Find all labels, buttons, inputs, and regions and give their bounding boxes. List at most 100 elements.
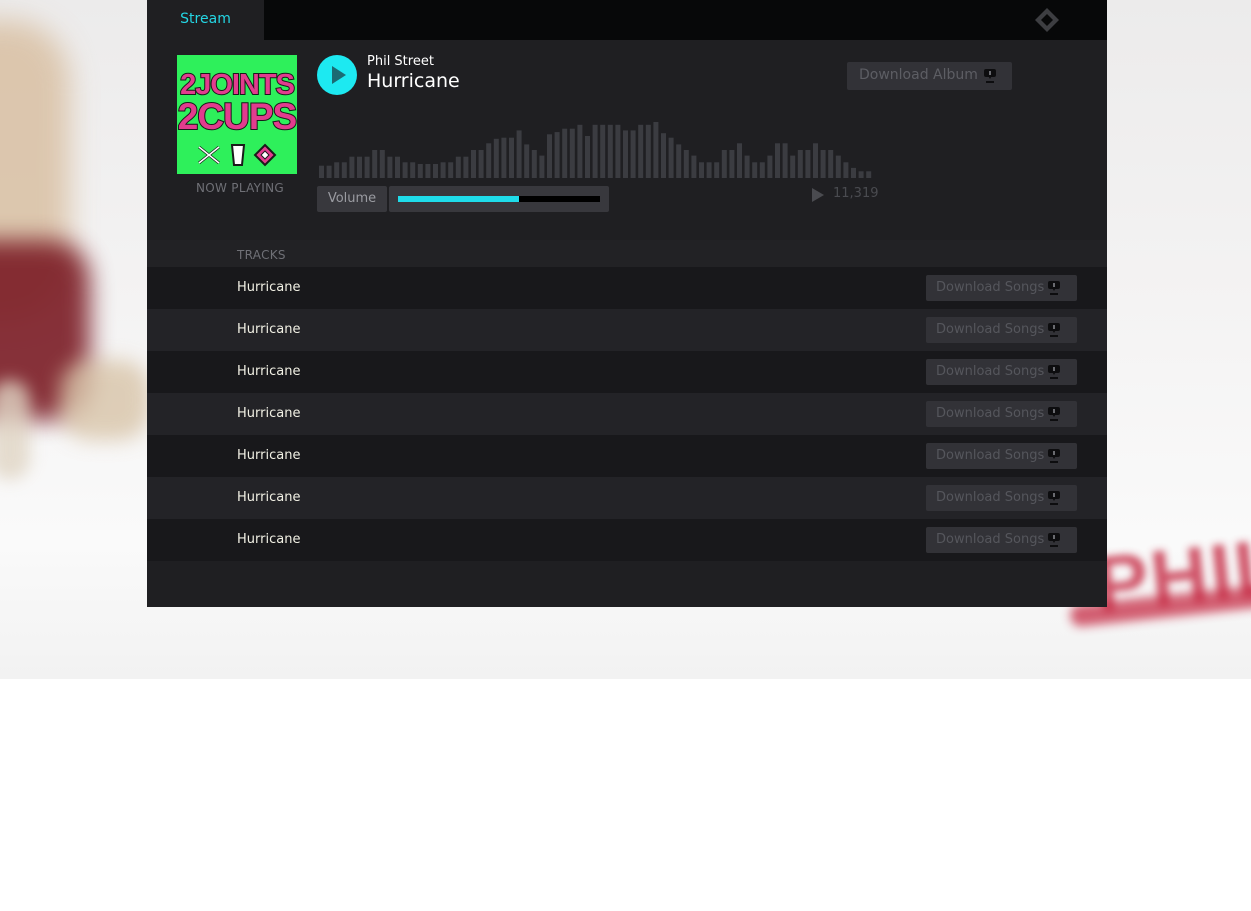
waveform-bar[interactable] [714, 162, 720, 178]
waveform-bar[interactable] [425, 164, 431, 178]
download-songs-button[interactable]: Download Songs [926, 485, 1077, 511]
waveform-bar[interactable] [433, 164, 438, 178]
waveform-bar[interactable] [341, 162, 347, 178]
download-songs-button[interactable]: Download Songs [926, 317, 1077, 343]
download-album-button[interactable]: Download Album [847, 62, 1012, 90]
waveform-bar[interactable] [729, 150, 735, 178]
track-name[interactable]: Hurricane [237, 406, 300, 421]
waveform-bar[interactable] [349, 156, 355, 178]
waveform-bar[interactable] [471, 150, 476, 178]
waveform-bar[interactable] [455, 156, 461, 178]
track-row[interactable]: Hurricane Download Songs [147, 393, 1107, 435]
waveform-bar[interactable] [478, 150, 484, 178]
waveform-bar[interactable] [775, 143, 780, 178]
waveform-bar[interactable] [554, 132, 560, 178]
track-name[interactable]: Hurricane [237, 490, 300, 505]
waveform-bar[interactable] [676, 144, 682, 178]
waveform-bar[interactable] [828, 150, 834, 178]
track-row[interactable]: Hurricane Download Songs [147, 351, 1107, 393]
waveform-bar[interactable] [600, 124, 606, 178]
waveform-bar[interactable] [387, 156, 393, 178]
waveform-bar[interactable] [379, 150, 385, 178]
artist-name[interactable]: Phil Street [367, 54, 434, 69]
waveform-bar[interactable] [630, 130, 636, 178]
waveform-bar[interactable] [623, 130, 628, 178]
track-row[interactable]: Hurricane Download Songs [147, 519, 1107, 561]
waveform-bar[interactable] [645, 124, 651, 178]
waveform-bar[interactable] [402, 162, 408, 178]
download-songs-button[interactable]: Download Songs [926, 443, 1077, 469]
waveform-bar[interactable] [805, 150, 811, 178]
waveform-bar[interactable] [797, 150, 803, 178]
waveform-bar[interactable] [843, 162, 849, 178]
waveform-bar[interactable] [820, 150, 826, 178]
download-songs-button[interactable]: Download Songs [926, 527, 1077, 553]
track-row[interactable]: Hurricane Download Songs [147, 309, 1107, 351]
waveform-bar[interactable] [866, 171, 872, 178]
waveform-bar[interactable] [547, 134, 552, 178]
track-name[interactable]: Hurricane [237, 532, 300, 547]
waveform-bar[interactable] [524, 144, 530, 178]
track-name[interactable]: Hurricane [237, 448, 300, 463]
waveform-bar[interactable] [334, 162, 340, 178]
track-row[interactable]: Hurricane Download Songs [147, 477, 1107, 519]
waveform-bar[interactable] [737, 143, 742, 178]
waveform-bar[interactable] [615, 124, 621, 178]
waveform-bar[interactable] [539, 155, 545, 178]
waveform-bar[interactable] [813, 143, 818, 178]
track-row[interactable]: Hurricane Download Songs [147, 267, 1107, 309]
waveform-bar[interactable] [683, 150, 689, 178]
waveform-bar[interactable] [319, 165, 324, 178]
waveform-bar[interactable] [417, 164, 423, 178]
waveform-bar[interactable] [531, 150, 537, 178]
waveform-bar[interactable] [752, 162, 758, 178]
track-name[interactable]: Hurricane [237, 322, 300, 337]
waveform-bar[interactable] [493, 138, 499, 178]
play-button[interactable] [317, 55, 357, 95]
waveform-bar[interactable] [653, 122, 659, 178]
waveform-bar[interactable] [706, 162, 712, 178]
waveform-bar[interactable] [661, 133, 666, 178]
waveform-bar[interactable] [668, 137, 674, 178]
waveform-bar[interactable] [501, 137, 507, 178]
waveform-bar[interactable] [395, 156, 400, 178]
waveform-bar[interactable] [410, 162, 416, 178]
waveform-bar[interactable] [691, 155, 697, 178]
diamond-logo-icon[interactable] [1034, 7, 1060, 33]
waveform-bar[interactable] [638, 124, 644, 178]
waveform-bar[interactable] [486, 143, 492, 178]
waveform-bar[interactable] [744, 155, 750, 178]
waveform[interactable] [319, 110, 879, 178]
waveform-bar[interactable] [577, 124, 583, 178]
waveform-bar[interactable] [516, 130, 522, 178]
tab-stream[interactable]: Stream [147, 0, 264, 40]
volume-track[interactable] [398, 196, 600, 202]
waveform-bar[interactable] [585, 136, 590, 178]
download-songs-button[interactable]: Download Songs [926, 401, 1077, 427]
waveform-bar[interactable] [607, 124, 613, 178]
waveform-bar[interactable] [440, 162, 446, 178]
download-songs-button[interactable]: Download Songs [926, 275, 1077, 301]
waveform-bar[interactable] [592, 124, 598, 178]
waveform-bar[interactable] [782, 143, 788, 178]
waveform-bar[interactable] [767, 155, 773, 178]
waveform-bar[interactable] [448, 162, 454, 178]
track-name[interactable]: Hurricane [237, 364, 300, 379]
volume-slider[interactable] [389, 186, 609, 212]
waveform-bar[interactable] [364, 156, 370, 178]
waveform-bar[interactable] [372, 150, 378, 178]
waveform-bar[interactable] [699, 162, 704, 178]
waveform-bar[interactable] [326, 165, 332, 178]
waveform-bar[interactable] [357, 156, 362, 178]
waveform-bar[interactable] [851, 167, 856, 178]
waveform-bar[interactable] [759, 162, 765, 178]
track-row[interactable]: Hurricane Download Songs [147, 435, 1107, 477]
waveform-bar[interactable] [562, 128, 568, 178]
waveform-bar[interactable] [790, 155, 796, 178]
download-songs-button[interactable]: Download Songs [926, 359, 1077, 385]
waveform-bar[interactable] [463, 156, 469, 178]
track-name[interactable]: Hurricane [237, 280, 300, 295]
waveform-bar[interactable] [509, 137, 514, 178]
waveform-bar[interactable] [569, 128, 575, 178]
waveform-bar[interactable] [858, 171, 864, 178]
